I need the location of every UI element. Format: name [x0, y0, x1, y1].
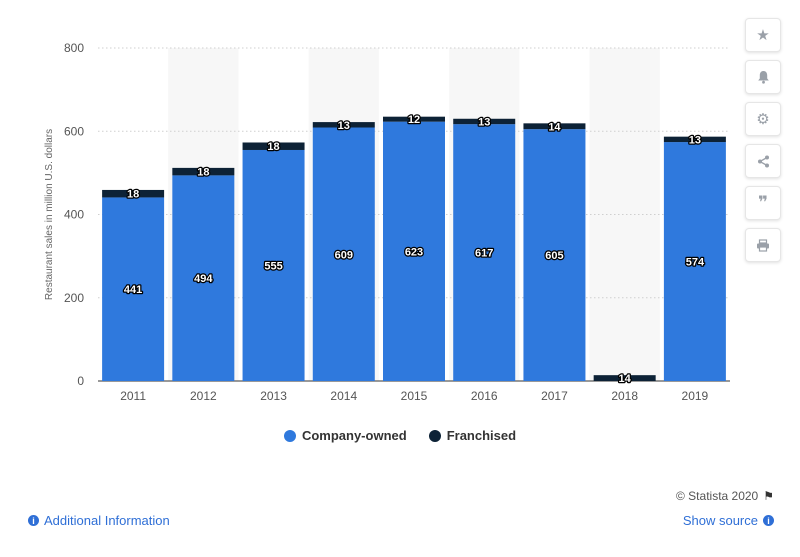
data-label: 14 [548, 121, 561, 133]
data-label: 494 [194, 273, 213, 285]
data-label: 623 [405, 246, 423, 258]
y-tick-label: 600 [64, 124, 84, 138]
x-tick-label: 2019 [682, 389, 709, 403]
additional-information-link[interactable]: i Additional Information [28, 513, 170, 528]
legend-label: Franchised [446, 428, 517, 443]
y-tick-label: 800 [64, 41, 84, 55]
data-label: 18 [197, 167, 209, 179]
data-label: 18 [127, 189, 139, 201]
legend-label: Company-owned [301, 428, 407, 443]
y-tick-label: 0 [77, 374, 84, 388]
toolbar-sidebar: ★ ⚙ ❞ [745, 18, 781, 270]
x-tick-label: 2016 [471, 389, 498, 403]
column-band [589, 48, 660, 381]
data-label: 574 [686, 257, 705, 269]
x-tick-label: 2018 [611, 389, 638, 403]
chart: 0 200 400 600 800 Restaurant sales in million… [44, 41, 730, 403]
share-icon[interactable] [745, 144, 781, 178]
data-label: 13 [338, 120, 350, 132]
gear-icon[interactable]: ⚙ [745, 102, 781, 136]
y-tick-label: 200 [64, 291, 84, 305]
legend-marker [283, 429, 296, 442]
data-label: 555 [264, 260, 282, 272]
legend-item-company-owned[interactable]: Company-owned [283, 428, 407, 443]
copyright[interactable]: © Statista 2020 ⚑ [676, 489, 774, 503]
show-source-link[interactable]: Show source i [683, 513, 774, 528]
x-tick-label: 2013 [260, 389, 287, 403]
x-tick-label: 2014 [330, 389, 357, 403]
x-tick-label: 2015 [401, 389, 428, 403]
data-label: 13 [689, 134, 701, 146]
legend: Company-owned Franchised [0, 428, 800, 443]
flag-icon: ⚑ [763, 489, 774, 503]
data-label: 18 [267, 141, 279, 153]
legend-marker [428, 429, 441, 442]
data-label: 14 [619, 373, 632, 385]
copyright-text: © Statista 2020 [676, 489, 759, 503]
additional-information-label: Additional Information [44, 513, 170, 528]
info-icon: i [28, 515, 39, 526]
data-label: 441 [124, 284, 142, 296]
print-icon[interactable] [745, 228, 781, 262]
chart-card: 0 200 400 600 800 Restaurant sales in million… [0, 0, 800, 557]
data-label: 617 [475, 248, 493, 260]
data-label: 12 [408, 114, 420, 126]
x-tick-label: 2011 [120, 389, 146, 403]
legend-item-franchised[interactable]: Franchised [428, 428, 517, 443]
info-icon: i [763, 515, 774, 526]
y-axis-label: Restaurant sales in million U.S. dollars [44, 129, 55, 300]
star-icon[interactable]: ★ [745, 18, 781, 52]
data-label: 609 [335, 249, 353, 261]
x-tick-label: 2017 [541, 389, 568, 403]
quote-icon[interactable]: ❞ [745, 186, 781, 220]
data-label: 605 [545, 250, 563, 262]
bell-icon[interactable] [745, 60, 781, 94]
x-tick-label: 2012 [190, 389, 217, 403]
data-label: 13 [478, 116, 490, 128]
y-tick-label: 400 [64, 208, 84, 222]
show-source-label: Show source [682, 513, 758, 528]
